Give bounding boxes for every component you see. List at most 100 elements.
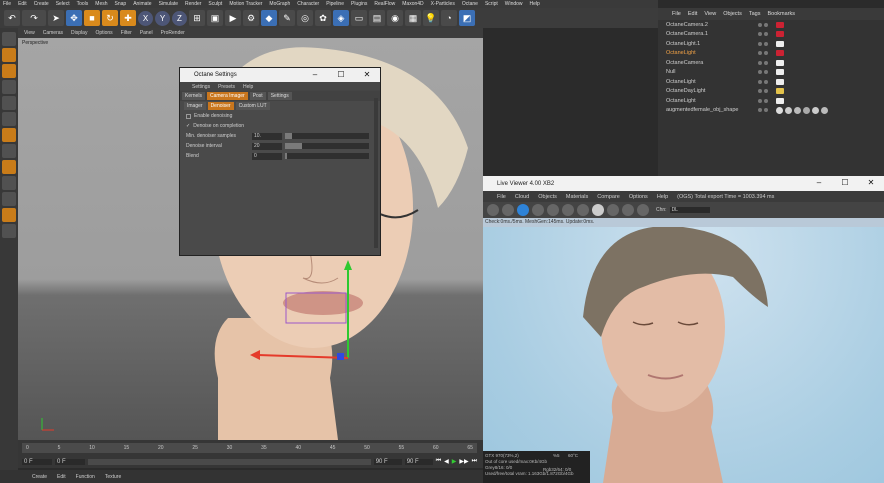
viewport-menu-filter[interactable]: Filter <box>121 30 132 36</box>
workplane-lock-icon[interactable] <box>2 176 16 190</box>
octane-tag-icon[interactable] <box>776 50 784 57</box>
object-row[interactable]: OctaneLight <box>658 49 884 59</box>
enable-denoising-checkbox[interactable] <box>186 113 191 119</box>
om-menu-view[interactable]: View <box>704 11 716 17</box>
render-view-icon[interactable]: ▣ <box>207 10 223 26</box>
minimize-icon[interactable]: – <box>806 176 832 190</box>
om-menu-file[interactable]: File <box>672 11 681 17</box>
object-row[interactable]: OctaneCamera <box>658 58 884 68</box>
deformer-icon[interactable]: ◈ <box>333 10 349 26</box>
floor-icon[interactable]: ▭ <box>351 10 367 26</box>
lock-icon[interactable] <box>2 224 16 238</box>
menu-mesh[interactable]: Mesh <box>95 1 107 7</box>
pick-object-icon[interactable] <box>637 204 649 216</box>
visibility-dots[interactable] <box>758 70 772 75</box>
select-arrow-icon[interactable]: ➤ <box>48 10 64 26</box>
menu-file[interactable]: File <box>3 1 11 7</box>
pick-focus-icon[interactable] <box>577 204 589 216</box>
first-frame-icon[interactable]: ⏮ <box>436 458 441 465</box>
menu-render[interactable]: Render <box>185 1 201 7</box>
menu-maxon4d[interactable]: Maxon4D <box>402 1 423 7</box>
lv-menu-file[interactable]: File <box>497 194 506 200</box>
tab-post[interactable]: Post <box>249 92 266 100</box>
object-row[interactable]: OctaneLight <box>658 77 884 87</box>
menu-simulate[interactable]: Simulate <box>159 1 178 7</box>
viewport-menu-prorender[interactable]: ProRender <box>161 30 185 36</box>
lv-menu-objects[interactable]: Objects <box>538 194 557 200</box>
menu-help[interactable]: Help <box>530 1 540 7</box>
object-row[interactable]: OctaneLight.1 <box>658 39 884 49</box>
maximize-icon[interactable]: ☐ <box>832 176 858 190</box>
object-row[interactable]: Null <box>658 68 884 78</box>
close-icon[interactable]: ✕ <box>858 176 884 190</box>
menu-edit-material[interactable]: Edit <box>57 474 66 480</box>
tab-camera-imager[interactable]: Camera Imager <box>206 92 248 100</box>
camera-tag-icon[interactable] <box>776 59 784 66</box>
world-coord-icon[interactable]: ⊞ <box>189 10 205 26</box>
bulb-icon[interactable]: 💡 <box>423 10 439 26</box>
visibility-dots[interactable] <box>758 60 772 65</box>
menu-create[interactable]: Create <box>34 1 49 7</box>
workplane-icon[interactable] <box>2 64 16 78</box>
visibility-dots[interactable] <box>758 41 772 46</box>
move-tool-icon[interactable]: ✥ <box>66 10 82 26</box>
x-axis-icon[interactable]: X <box>138 10 153 26</box>
enable-denoising-row[interactable]: Enable denoising <box>180 111 380 121</box>
menu-edit[interactable]: Edit <box>18 1 27 7</box>
visibility-dots[interactable] <box>758 51 772 56</box>
dialog-menu-help[interactable]: Help <box>243 84 253 90</box>
menu-script[interactable]: Script <box>485 1 498 7</box>
octane-camera-icon[interactable]: ▦ <box>405 10 421 26</box>
object-row[interactable]: augmentedfemale_obj_shape <box>658 106 884 116</box>
octane-live-icon[interactable]: ◔ <box>441 10 457 26</box>
lv-menu-help[interactable]: Help <box>657 194 668 200</box>
rotate-tool-icon[interactable]: ↻ <box>102 10 118 26</box>
tab-settings[interactable]: Settings <box>267 92 292 100</box>
denoise-interval-input[interactable]: 20 <box>252 142 282 150</box>
axis-mode-icon[interactable] <box>2 128 16 142</box>
lv-menu-compare[interactable]: Compare <box>597 194 620 200</box>
light-tag-icon[interactable] <box>776 78 784 85</box>
menu-function[interactable]: Function <box>76 474 95 480</box>
dialog-menu-settings[interactable]: Settings <box>192 84 210 90</box>
daylight-tag-icon[interactable] <box>776 88 784 95</box>
denoise-on-completion-row[interactable]: ✓ Denoise on completion <box>180 121 380 131</box>
menu-realflow[interactable]: RealFlow <box>374 1 395 7</box>
visibility-dots[interactable] <box>758 89 772 94</box>
light-tag-icon[interactable] <box>776 40 784 47</box>
visibility-dots[interactable] <box>758 32 772 37</box>
visibility-dots[interactable] <box>758 79 772 84</box>
edges-mode-icon[interactable] <box>2 96 16 110</box>
dialog-scrollbar[interactable] <box>374 98 378 248</box>
object-row[interactable]: OctaneDayLight <box>658 87 884 97</box>
nurbs-icon[interactable]: ◎ <box>297 10 313 26</box>
maximize-icon[interactable]: ☐ <box>328 68 354 82</box>
pause-icon[interactable] <box>517 204 529 216</box>
viewport-menu-cameras[interactable]: Cameras <box>43 30 63 36</box>
om-menu-edit[interactable]: Edit <box>688 11 697 17</box>
om-menu-bookmarks[interactable]: Bookmarks <box>767 11 795 17</box>
om-menu-tags[interactable]: Tags <box>749 11 761 17</box>
restart-render-icon[interactable] <box>502 204 514 216</box>
last-frame-icon[interactable]: ⏭ <box>472 458 477 465</box>
light-icon[interactable]: ◉ <box>387 10 403 26</box>
viewport-menu-options[interactable]: Options <box>95 30 112 36</box>
magnet-icon[interactable] <box>2 208 16 222</box>
menu-texture[interactable]: Texture <box>105 474 121 480</box>
render-settings-icon[interactable]: ⚙ <box>243 10 259 26</box>
dialog-titlebar[interactable]: Octane Settings – ☐ ✕ <box>180 68 380 82</box>
camera-icon[interactable]: ▤ <box>369 10 385 26</box>
undo-icon[interactable]: ↶ <box>4 10 20 26</box>
lv-menu-options[interactable]: Options <box>629 194 648 200</box>
z-axis-icon[interactable]: Z <box>172 10 187 26</box>
min-denoiser-samples-slider[interactable] <box>285 133 369 139</box>
octane-settings-icon[interactable]: ◩ <box>459 10 475 26</box>
stop-icon[interactable] <box>532 204 544 216</box>
light-tag-icon[interactable] <box>776 97 784 104</box>
material-tags[interactable] <box>776 106 828 114</box>
y-axis-icon[interactable]: Y <box>155 10 170 26</box>
close-icon[interactable]: ✕ <box>354 68 380 82</box>
end-frame-field-2[interactable]: 90 F <box>404 458 433 465</box>
object-row[interactable]: OctaneCamera.1 <box>658 30 884 40</box>
pick-material-icon[interactable] <box>622 204 634 216</box>
